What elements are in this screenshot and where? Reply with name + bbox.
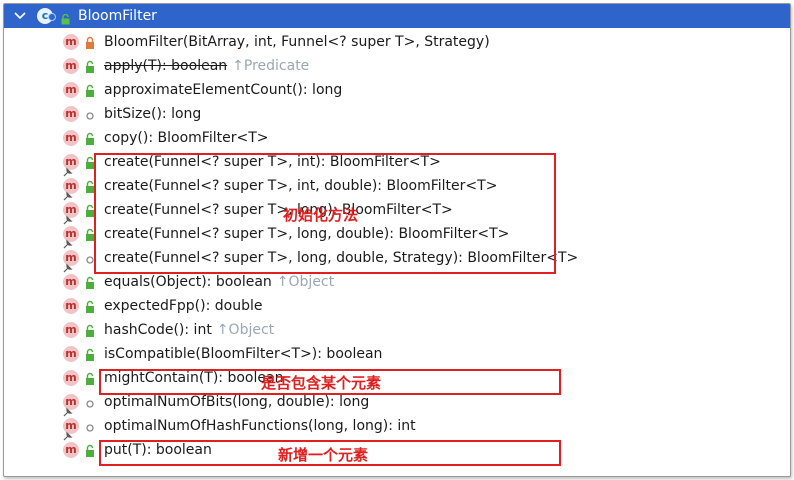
member-text: bitSize(): long — [104, 106, 202, 122]
method-icon: m — [63, 82, 79, 98]
method-icon: m — [63, 442, 79, 458]
package-visibility-icon — [84, 395, 96, 409]
member-text: apply(T): boolean — [104, 58, 228, 74]
member-text: approximateElementCount(): long — [104, 82, 343, 98]
member-row[interactable]: m BloomFilter(BitArray, int, Funnel<? sup… — [4, 30, 790, 54]
member-signature: BloomFilter(BitArray, int, Funnel<? supe… — [104, 30, 490, 54]
member-text: isCompatible(BloomFilter<T>): boolean — [104, 346, 383, 362]
public-lock-icon — [84, 83, 96, 97]
member-text: optimalNumOfHashFunctions(long, long): i… — [104, 418, 416, 434]
class-title: BloomFilter — [78, 8, 157, 24]
member-text: hashCode(): int — [104, 322, 212, 338]
static-pin-icon — [63, 402, 73, 417]
put-annotation: 新增一个元素 — [278, 446, 369, 464]
member-row[interactable]: m hashCode(): int ↑Object — [4, 318, 790, 342]
method-icon: m — [63, 106, 79, 122]
member-text: copy(): BloomFilter<T> — [104, 130, 269, 146]
public-lock-icon — [84, 347, 96, 361]
member-row[interactable]: m copy(): BloomFilter<T> — [4, 126, 790, 150]
private-lock-icon — [84, 35, 96, 49]
member-text: equals(Object): boolean — [104, 274, 272, 290]
member-text: BloomFilter(BitArray, int, Funnel<? supe… — [104, 34, 490, 50]
method-icon: m — [63, 322, 79, 338]
method-icon: m — [63, 298, 79, 314]
inherited-from-label: ↑Predicate — [232, 58, 310, 74]
method-icon: m — [63, 274, 79, 290]
member-text: optimalNumOfBits(long, double): long — [104, 394, 370, 410]
method-icon: m — [63, 346, 79, 362]
public-lock-icon — [84, 443, 96, 457]
static-pin-icon — [63, 258, 73, 273]
public-lock-icon — [84, 275, 96, 289]
member-signature: optimalNumOfHashFunctions(long, long): i… — [104, 414, 416, 438]
inherited-from-label: ↑Object — [216, 322, 275, 338]
public-lock-icon — [61, 10, 70, 25]
structure-panel: c BloomFilter m BloomFilter(BitArray, int… — [3, 3, 791, 477]
member-text: expectedFpp(): double — [104, 298, 263, 314]
member-signature: isCompatible(BloomFilter<T>): boolean — [104, 342, 382, 366]
class-node-row[interactable]: c BloomFilter — [4, 4, 790, 28]
public-lock-icon — [84, 371, 96, 385]
member-row[interactable]: m isCompatible(BloomFilter<T>): boolean — [4, 342, 790, 366]
package-visibility-icon — [84, 419, 96, 433]
public-lock-icon — [84, 299, 96, 313]
inherited-from-label: ↑Object — [276, 274, 335, 290]
method-icon: m — [63, 58, 79, 74]
member-signature: expectedFpp(): double — [104, 294, 262, 318]
member-signature: approximateElementCount(): long — [104, 78, 342, 102]
member-row[interactable]: m expectedFpp(): double — [4, 294, 790, 318]
public-lock-icon — [84, 59, 96, 73]
static-pin-icon — [63, 162, 73, 177]
method-icon: m — [63, 130, 79, 146]
public-lock-icon — [84, 131, 96, 145]
member-row[interactable]: m approximateElementCount(): long — [4, 78, 790, 102]
create-annotation: 初始化方法 — [283, 206, 359, 224]
member-signature: bitSize(): long — [104, 102, 201, 126]
member-row[interactable]: m bitSize(): long — [4, 102, 790, 126]
mightcontain-annotation: 是否包含某个元素 — [261, 374, 382, 392]
static-pin-icon — [63, 234, 73, 249]
static-pin-icon — [63, 210, 73, 225]
member-signature: apply(T): boolean ↑Predicate — [104, 54, 309, 78]
public-lock-icon — [84, 323, 96, 337]
static-pin-icon — [63, 186, 73, 201]
method-icon: m — [63, 34, 79, 50]
member-signature: hashCode(): int ↑Object — [104, 318, 274, 342]
chevron-down-icon[interactable] — [12, 7, 28, 23]
class-lock-icon — [48, 6, 56, 21]
static-pin-icon — [63, 426, 73, 441]
member-signature: copy(): BloomFilter<T> — [104, 126, 268, 150]
member-row[interactable]: m apply(T): boolean ↑Predicate — [4, 54, 790, 78]
package-visibility-icon — [84, 107, 96, 121]
method-icon: m — [63, 370, 79, 386]
member-row[interactable]: m optimalNumOfHashFunctions(long, long): … — [4, 414, 790, 441]
